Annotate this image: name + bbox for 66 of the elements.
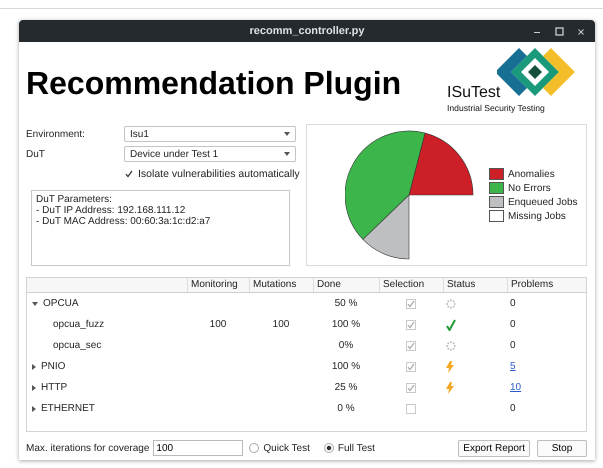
collapse-arrow-icon[interactable] bbox=[32, 302, 38, 306]
tree-item[interactable]: OPCUA bbox=[43, 298, 79, 309]
dut-dropdown[interactable]: Device under Test 1 bbox=[124, 146, 296, 162]
logo-tagline: Industrial Security Testing bbox=[447, 103, 545, 113]
mode-radio[interactable] bbox=[324, 443, 334, 453]
problems-link[interactable]: 10 bbox=[507, 382, 522, 393]
problems-value: 0 bbox=[509, 403, 517, 414]
column-header[interactable]: Done bbox=[313, 278, 379, 292]
selection-checkbox[interactable] bbox=[406, 298, 416, 308]
selection-checkbox[interactable] bbox=[406, 320, 416, 330]
parameter-line: DuT Parameters: bbox=[36, 194, 113, 205]
window-title: recomm_controller.py bbox=[250, 25, 364, 37]
environment-label: Environment: bbox=[26, 128, 86, 140]
expand-arrow-icon[interactable] bbox=[32, 364, 36, 370]
selection-checkbox[interactable] bbox=[406, 340, 416, 350]
page-heading: Recommendation Plugin bbox=[26, 64, 402, 102]
stop-button[interactable]: Stop bbox=[537, 440, 587, 456]
mode-radio[interactable] bbox=[249, 443, 260, 453]
selection-checkbox[interactable] bbox=[406, 362, 416, 372]
dut-label: DuT bbox=[26, 148, 46, 160]
legend-label: Anomalies bbox=[508, 168, 555, 180]
tree-item[interactable]: HTTP bbox=[41, 382, 68, 393]
mutations-value: 100 bbox=[272, 319, 290, 330]
column-header[interactable]: Status bbox=[443, 278, 507, 292]
problems-value: 0 bbox=[509, 319, 517, 330]
done-value: 50 % bbox=[334, 298, 358, 309]
close-icon[interactable] bbox=[577, 28, 585, 36]
legend-label: Enqueued Jobs bbox=[508, 196, 578, 208]
environment-dropdown[interactable]: Isu1 bbox=[124, 126, 296, 142]
iterations-label: Max. iterations for coverage bbox=[26, 442, 150, 454]
done-value: 0 % bbox=[337, 403, 355, 414]
isolate-label: Isolate vulnerabilities automatically bbox=[138, 168, 300, 180]
selection-checkbox[interactable] bbox=[406, 382, 416, 392]
monitoring-value: 100 bbox=[210, 319, 226, 330]
problems-value: 0 bbox=[509, 298, 517, 309]
done-value: 25 % bbox=[334, 382, 358, 393]
tree-item[interactable]: opcua_sec bbox=[53, 340, 102, 351]
expand-arrow-icon[interactable] bbox=[32, 406, 36, 412]
column-header[interactable]: Problems bbox=[507, 278, 586, 292]
mode-label: Quick Test bbox=[263, 442, 310, 454]
parameter-line: - DuT MAC Address: 00:60:3a:1c:d2:a7 bbox=[36, 216, 212, 227]
legend-label: Missing Jobs bbox=[508, 210, 566, 222]
done-value: 0% bbox=[338, 340, 354, 351]
expand-arrow-icon[interactable] bbox=[32, 384, 36, 390]
export-button[interactable]: Export Report bbox=[458, 440, 530, 456]
problems-value: 0 bbox=[509, 340, 517, 351]
enqueued-slice bbox=[362, 194, 410, 260]
mode-label: Full Test bbox=[338, 442, 375, 454]
problems-link[interactable]: 5 bbox=[507, 361, 516, 372]
tree-item[interactable]: PNIO bbox=[41, 361, 66, 372]
logo-name: ISuTest bbox=[447, 84, 500, 102]
column-header[interactable]: Monitoring bbox=[187, 278, 249, 292]
selection-checkbox[interactable] bbox=[406, 404, 416, 414]
dropdown-caret-icon bbox=[284, 132, 290, 136]
tree-item[interactable]: ETHERNET bbox=[41, 403, 95, 414]
legend-label: No Errors bbox=[508, 182, 551, 194]
iterations-field[interactable]: 100 bbox=[153, 440, 244, 456]
anomalies-slice bbox=[408, 132, 474, 196]
column-header[interactable]: Mutations bbox=[249, 278, 313, 292]
tree-item[interactable]: opcua_fuzz bbox=[53, 319, 104, 330]
dropdown-caret-icon bbox=[284, 152, 290, 156]
column-header[interactable]: Selection bbox=[379, 278, 443, 292]
parameter-line: - DuT IP Address: 192.168.111.12 bbox=[36, 205, 186, 216]
done-value: 100 % bbox=[332, 319, 360, 330]
maximize-icon[interactable] bbox=[554, 27, 564, 36]
done-value: 100 % bbox=[332, 361, 360, 372]
